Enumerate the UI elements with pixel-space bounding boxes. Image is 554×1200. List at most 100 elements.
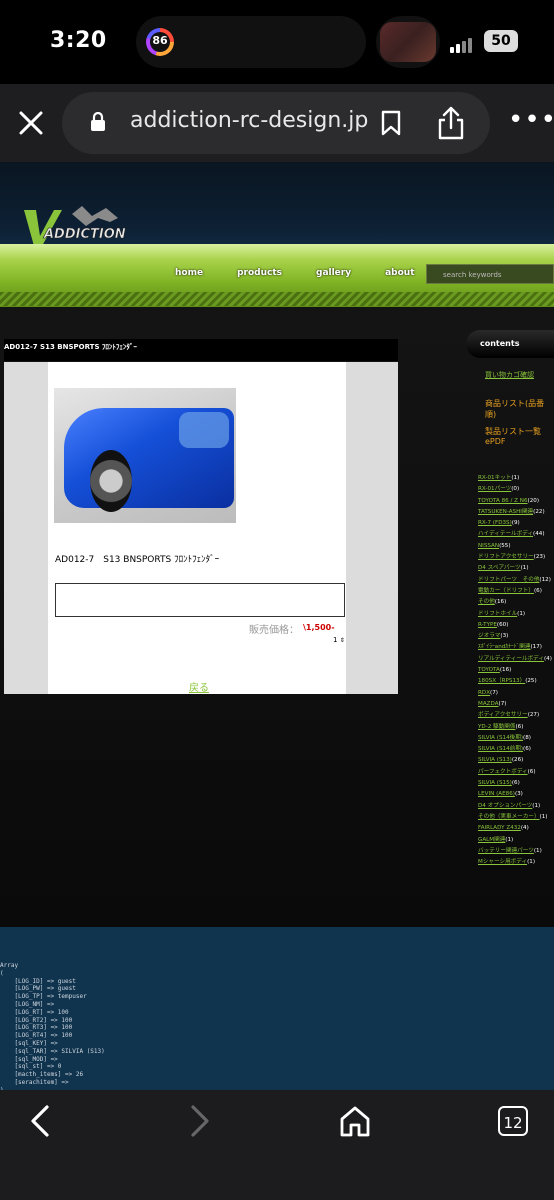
category-item[interactable]: ドリフトパーツ その他(12) bbox=[478, 575, 554, 586]
category-name[interactable]: SILVIA (S15) bbox=[478, 780, 512, 786]
category-item[interactable]: RX-01キット(1) bbox=[478, 473, 554, 484]
category-item[interactable]: NISSAN(55) bbox=[478, 541, 554, 552]
nav-home[interactable]: home bbox=[175, 268, 203, 278]
category-name[interactable]: ボディアクセサリー bbox=[478, 712, 528, 718]
category-name[interactable]: SILVIA (S14前期) bbox=[478, 746, 523, 752]
category-name[interactable]: LEVIN (AE86) bbox=[478, 791, 515, 797]
category-name[interactable]: MAZDA bbox=[478, 701, 499, 707]
category-count: (4) bbox=[520, 825, 529, 832]
category-name[interactable]: ドリフトアクセサリー bbox=[478, 554, 534, 560]
quantity-stepper[interactable]: 1 ⇕ bbox=[333, 636, 345, 644]
category-item[interactable]: R-TYPE(60) bbox=[478, 620, 554, 631]
category-item[interactable]: パーフェクトボディ(6) bbox=[478, 767, 554, 778]
category-item[interactable]: RX-01パーツ(0) bbox=[478, 484, 554, 495]
product-list-link[interactable]: 商品リスト(品番順) bbox=[485, 398, 554, 420]
back-arrow-icon[interactable] bbox=[26, 1104, 56, 1142]
close-icon[interactable] bbox=[16, 108, 46, 138]
category-name[interactable]: 180SX（RPS13） bbox=[478, 678, 525, 684]
category-name[interactable]: TOYOTA bbox=[478, 667, 500, 673]
category-name[interactable]: その他（実車メーカー） bbox=[478, 814, 540, 820]
category-name[interactable]: GALM関連 bbox=[478, 837, 505, 843]
category-item[interactable]: ボディアクセサリー(27) bbox=[478, 710, 554, 721]
category-item[interactable]: SILVIA (S14後期)(8) bbox=[478, 733, 554, 744]
live-activity-thumbnail bbox=[380, 22, 436, 62]
category-name[interactable]: バッテリー関連パーツ bbox=[478, 848, 534, 854]
category-name[interactable]: RX-01パーツ bbox=[478, 486, 511, 492]
url-text[interactable]: addiction-rc-design.jp bbox=[130, 108, 368, 133]
share-icon[interactable] bbox=[436, 106, 466, 144]
nav-gallery[interactable]: gallery bbox=[316, 268, 351, 278]
category-item[interactable]: ジオラマ(3) bbox=[478, 631, 554, 642]
category-item[interactable]: 電動カー（ドリフト）(6) bbox=[478, 586, 554, 597]
category-item[interactable]: バッテリー関連パーツ(1) bbox=[478, 846, 554, 857]
nav-about[interactable]: about bbox=[385, 268, 414, 278]
category-item[interactable]: D4 オプションパーツ(1) bbox=[478, 801, 554, 812]
back-link[interactable]: 戻る bbox=[189, 679, 209, 694]
category-name[interactable]: ハイディテールボディ bbox=[478, 531, 533, 537]
cart-link[interactable]: 買い物カゴ確認 bbox=[485, 370, 534, 380]
category-item[interactable]: ｽﾎﾟｲﾗｰandｶﾅｰﾄﾞ関連(17) bbox=[478, 642, 554, 653]
category-name[interactable]: YD-2 駆動関係 bbox=[478, 724, 515, 730]
search-input[interactable]: search keywords bbox=[426, 264, 554, 284]
category-item[interactable]: TATSUKEN-ASHI関連(22) bbox=[478, 507, 554, 518]
category-item[interactable]: SILVIA (S15)(6) bbox=[478, 778, 554, 789]
category-item[interactable]: GALM関連(1) bbox=[478, 835, 554, 846]
category-item[interactable]: ドリフトホイル(1) bbox=[478, 609, 554, 620]
category-name[interactable]: ドリフトパーツ その他 bbox=[478, 577, 539, 583]
signal-icon bbox=[450, 34, 474, 53]
nav-products[interactable]: products bbox=[237, 268, 282, 278]
category-item[interactable]: その他(16) bbox=[478, 597, 554, 608]
category-count: (6) bbox=[527, 768, 536, 775]
category-item[interactable]: 180SX（RPS13）(25) bbox=[478, 676, 554, 687]
category-name[interactable]: D4 スペアパーツ bbox=[478, 565, 521, 571]
category-name[interactable]: SILVIA (S13) bbox=[478, 757, 512, 763]
category-name[interactable]: R-TYPE bbox=[478, 622, 497, 628]
category-item[interactable]: Mシャーシ用ボディ(1) bbox=[478, 857, 554, 868]
category-name[interactable]: D4 オプションパーツ bbox=[478, 803, 532, 809]
product-name: AD012-7 S13 BNSPORTS ﾌﾛﾝﾄﾌｪﾝﾀﾞｰ bbox=[55, 555, 220, 565]
category-name[interactable]: FAIRLADY Z432 bbox=[478, 825, 521, 831]
more-options-icon[interactable]: ••• bbox=[508, 107, 554, 133]
category-item[interactable]: D4 スペアパーツ(1) bbox=[478, 563, 554, 574]
category-name[interactable]: ドリフトホイル bbox=[478, 611, 517, 617]
category-name[interactable]: TOYOTA 86 / Z N6 bbox=[478, 498, 528, 504]
forward-arrow-icon[interactable] bbox=[184, 1104, 214, 1142]
category-count: (1) bbox=[532, 802, 541, 809]
category-item[interactable]: リアルディティールボディ(4) bbox=[478, 654, 554, 665]
category-name[interactable]: RX-01キット bbox=[478, 475, 511, 481]
category-item[interactable]: LEVIN (AE86)(3) bbox=[478, 789, 554, 800]
category-name[interactable]: RDX bbox=[478, 690, 490, 696]
category-name[interactable]: RX-7 (FD3S) bbox=[478, 520, 512, 526]
category-item[interactable]: SILVIA (S14前期)(6) bbox=[478, 744, 554, 755]
category-item[interactable]: FAIRLADY Z432(4) bbox=[478, 823, 554, 834]
category-name[interactable]: ジオラマ bbox=[478, 633, 500, 639]
category-item[interactable]: ハイディテールボディ(44) bbox=[478, 529, 554, 540]
category-item[interactable]: ドリフトアクセサリー(23) bbox=[478, 552, 554, 563]
quantity-value: 1 bbox=[333, 636, 338, 644]
product-option-box[interactable] bbox=[55, 583, 345, 617]
category-item[interactable]: その他（実車メーカー）(1) bbox=[478, 812, 554, 823]
category-item[interactable]: TOYOTA 86 / Z N6(20) bbox=[478, 496, 554, 507]
category-name[interactable]: パーフェクトボディ bbox=[478, 769, 528, 775]
category-name[interactable]: SILVIA (S14後期) bbox=[478, 735, 523, 741]
home-icon[interactable] bbox=[338, 1104, 372, 1142]
category-count: (0) bbox=[511, 486, 520, 493]
category-name[interactable]: リアルディティールボディ bbox=[478, 656, 544, 662]
category-item[interactable]: TOYOTA(16) bbox=[478, 665, 554, 676]
category-item[interactable]: SILVIA (S13)(26) bbox=[478, 755, 554, 766]
category-name[interactable]: ｽﾎﾟｲﾗｰandｶﾅｰﾄﾞ関連 bbox=[478, 644, 530, 650]
category-name[interactable]: TATSUKEN-ASHI関連 bbox=[478, 509, 533, 515]
product-image[interactable] bbox=[54, 388, 236, 523]
category-name[interactable]: その他 bbox=[478, 599, 495, 605]
category-name[interactable]: 電動カー（ドリフト） bbox=[478, 588, 534, 594]
product-pdf-link[interactable]: 製品リスト一覧ePDF bbox=[485, 426, 554, 446]
category-name[interactable]: NISSAN bbox=[478, 543, 499, 549]
bookmark-icon[interactable] bbox=[380, 110, 402, 140]
category-name[interactable]: Mシャーシ用ボディ bbox=[478, 859, 527, 865]
category-item[interactable]: RX-7 (FD3S)(9) bbox=[478, 518, 554, 529]
category-count: (1) bbox=[539, 813, 548, 820]
category-item[interactable]: YD-2 駆動関係(6) bbox=[478, 722, 554, 733]
category-item[interactable]: MAZDA(7) bbox=[478, 699, 554, 710]
category-item[interactable]: RDX(7) bbox=[478, 688, 554, 699]
tabs-button[interactable]: 12 bbox=[498, 1106, 528, 1136]
